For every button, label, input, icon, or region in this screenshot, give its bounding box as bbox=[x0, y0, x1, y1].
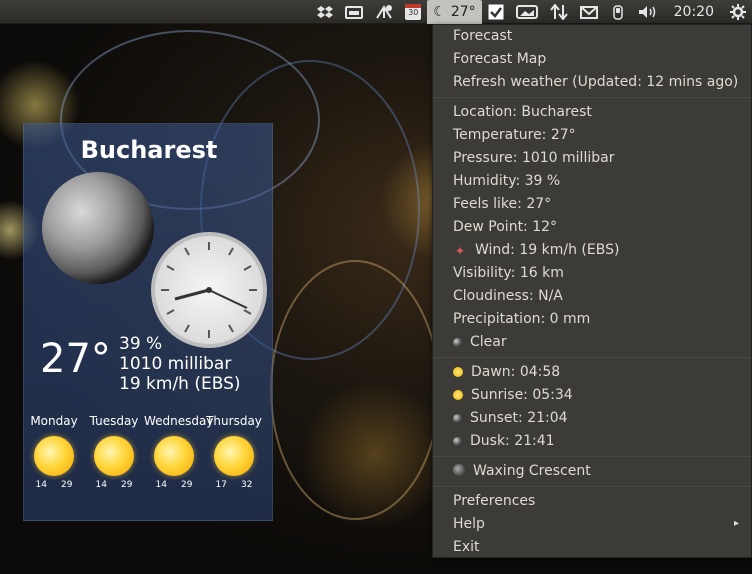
menu-separator bbox=[433, 97, 751, 98]
forecast-days: Monday 14 29 Tuesday 14 29 Wednesday 14 29 … bbox=[24, 414, 274, 490]
menu-item-help[interactable]: Help ▸ bbox=[453, 513, 751, 535]
moon-icon: ☾ bbox=[433, 4, 446, 20]
menu-item-dusk[interactable]: Dusk: 21:41 bbox=[453, 430, 555, 452]
forecast-day: Monday 14 29 bbox=[24, 414, 84, 490]
menu-item-exit[interactable]: Exit bbox=[453, 536, 480, 558]
menu-item-condition[interactable]: Clear bbox=[453, 331, 507, 353]
checkbox-icon[interactable] bbox=[482, 0, 510, 24]
weather-widget[interactable]: Bucharest 27° 39 % 1010 millibar 19 km/h… bbox=[23, 123, 273, 521]
widget-humidity: 39 % bbox=[119, 334, 163, 354]
forecast-day-name: Monday bbox=[30, 414, 78, 428]
sun-icon bbox=[94, 436, 134, 476]
menu-item-wind-label: Wind: 19 km/h (EBS) bbox=[475, 242, 620, 258]
menu-item-preferences[interactable]: Preferences bbox=[453, 490, 535, 512]
forecast-day-name: Thursday bbox=[206, 414, 262, 428]
menu-item-location[interactable]: Location: Bucharest bbox=[453, 101, 592, 123]
clock-face bbox=[161, 242, 257, 338]
menu-item-dew-point[interactable]: Dew Point: 12° bbox=[453, 216, 557, 238]
forecast-low: 17 bbox=[215, 480, 227, 490]
transfer-icon[interactable] bbox=[544, 0, 574, 24]
widget-wind: 19 km/h (EBS) bbox=[119, 374, 241, 394]
forecast-high: 32 bbox=[241, 480, 253, 490]
system-tray: 30 ☾ 27° 20:20 bbox=[311, 0, 752, 24]
volume-icon[interactable] bbox=[632, 0, 664, 24]
menu-item-dusk-label: Dusk: 21:41 bbox=[470, 433, 555, 449]
menu-separator bbox=[433, 486, 751, 487]
moon-icon bbox=[453, 414, 462, 423]
submenu-arrow-icon: ▸ bbox=[733, 518, 739, 529]
menu-item-sunset-label: Sunset: 21:04 bbox=[470, 410, 568, 426]
forecast-low: 14 bbox=[35, 480, 47, 490]
sun-icon bbox=[34, 436, 74, 476]
menu-item-dawn-label: Dawn: 04:58 bbox=[471, 364, 561, 380]
screen-icon[interactable] bbox=[510, 0, 544, 24]
moon-phase-icon bbox=[453, 464, 465, 476]
menu-item-dawn[interactable]: Dawn: 04:58 bbox=[453, 361, 560, 383]
gear-icon[interactable] bbox=[724, 0, 752, 24]
menu-item-moon-phase-label: Waxing Crescent bbox=[473, 463, 591, 479]
wallpaper-glow bbox=[300, 380, 450, 530]
drive-icon[interactable] bbox=[339, 0, 369, 24]
moon-icon bbox=[453, 338, 462, 347]
forecast-day: Wednesday 14 29 bbox=[144, 414, 214, 490]
forecast-low: 14 bbox=[155, 480, 167, 490]
forecast-day-name: Tuesday bbox=[89, 414, 139, 428]
menu-item-condition-label: Clear bbox=[470, 334, 507, 350]
forecast-day: Thursday 17 32 bbox=[204, 414, 264, 490]
menu-item-precipitation[interactable]: Precipitation: 0 mm bbox=[453, 308, 590, 330]
menu-item-sunrise-label: Sunrise: 05:34 bbox=[471, 387, 573, 403]
menu-item-wind[interactable]: ✦ Wind: 19 km/h (EBS) bbox=[453, 239, 619, 261]
menu-item-cloudiness[interactable]: Cloudiness: N/A bbox=[453, 285, 563, 307]
network-icon[interactable] bbox=[369, 0, 399, 24]
menu-separator bbox=[433, 357, 751, 358]
top-panel: 30 ☾ 27° 20:20 bbox=[0, 0, 752, 24]
sun-icon bbox=[214, 436, 254, 476]
calendar-icon[interactable]: 30 bbox=[399, 0, 427, 24]
wallpaper-swirl bbox=[270, 260, 440, 520]
menu-item-visibility[interactable]: Visibility: 16 km bbox=[453, 262, 564, 284]
forecast-day: Tuesday 14 29 bbox=[84, 414, 144, 490]
forecast-high: 29 bbox=[61, 480, 73, 490]
menu-item-moon-phase[interactable]: Waxing Crescent bbox=[453, 460, 591, 482]
menu-item-forecast-map[interactable]: Forecast Map bbox=[453, 48, 546, 70]
widget-pressure: 1010 millibar bbox=[119, 354, 232, 374]
weather-menu: Forecast Forecast Map Refresh weather (U… bbox=[432, 24, 752, 558]
sun-icon bbox=[453, 390, 463, 400]
menu-item-pressure[interactable]: Pressure: 1010 millibar bbox=[453, 147, 614, 169]
menu-item-sunset[interactable]: Sunset: 21:04 bbox=[453, 407, 568, 429]
menu-item-refresh[interactable]: Refresh weather (Updated: 12 mins ago) bbox=[453, 71, 738, 93]
menu-item-feels-like[interactable]: Feels like: 27° bbox=[453, 193, 551, 215]
sun-icon bbox=[154, 436, 194, 476]
sun-icon bbox=[453, 367, 463, 377]
forecast-high: 29 bbox=[181, 480, 193, 490]
forecast-high: 29 bbox=[121, 480, 133, 490]
menu-item-sunrise[interactable]: Sunrise: 05:34 bbox=[453, 384, 573, 406]
menu-item-temperature[interactable]: Temperature: 27° bbox=[453, 124, 576, 146]
menu-item-humidity[interactable]: Humidity: 39 % bbox=[453, 170, 560, 192]
forecast-low: 14 bbox=[95, 480, 107, 490]
weather-indicator[interactable]: ☾ 27° bbox=[427, 0, 482, 24]
panel-clock[interactable]: 20:20 bbox=[664, 4, 724, 20]
analog-clock bbox=[151, 232, 267, 348]
menu-separator bbox=[433, 456, 751, 457]
weather-indicator-temp: 27° bbox=[450, 4, 476, 20]
widget-temperature: 27° bbox=[40, 336, 111, 382]
compass-icon: ✦ bbox=[454, 244, 466, 258]
forecast-day-name: Wednesday bbox=[144, 414, 214, 428]
moon-icon bbox=[453, 437, 462, 446]
widget-stats: 39 % 1010 millibar 19 km/h (EBS) bbox=[119, 334, 241, 394]
mail-icon[interactable] bbox=[574, 0, 604, 24]
menu-item-forecast[interactable]: Forecast bbox=[453, 25, 512, 47]
widget-city: Bucharest bbox=[80, 136, 218, 164]
battery-icon[interactable] bbox=[604, 0, 632, 24]
calendar-day: 30 bbox=[408, 8, 419, 17]
dropbox-icon[interactable] bbox=[311, 0, 339, 24]
menu-item-help-label: Help bbox=[453, 516, 485, 532]
moon-phase-image bbox=[42, 172, 154, 284]
